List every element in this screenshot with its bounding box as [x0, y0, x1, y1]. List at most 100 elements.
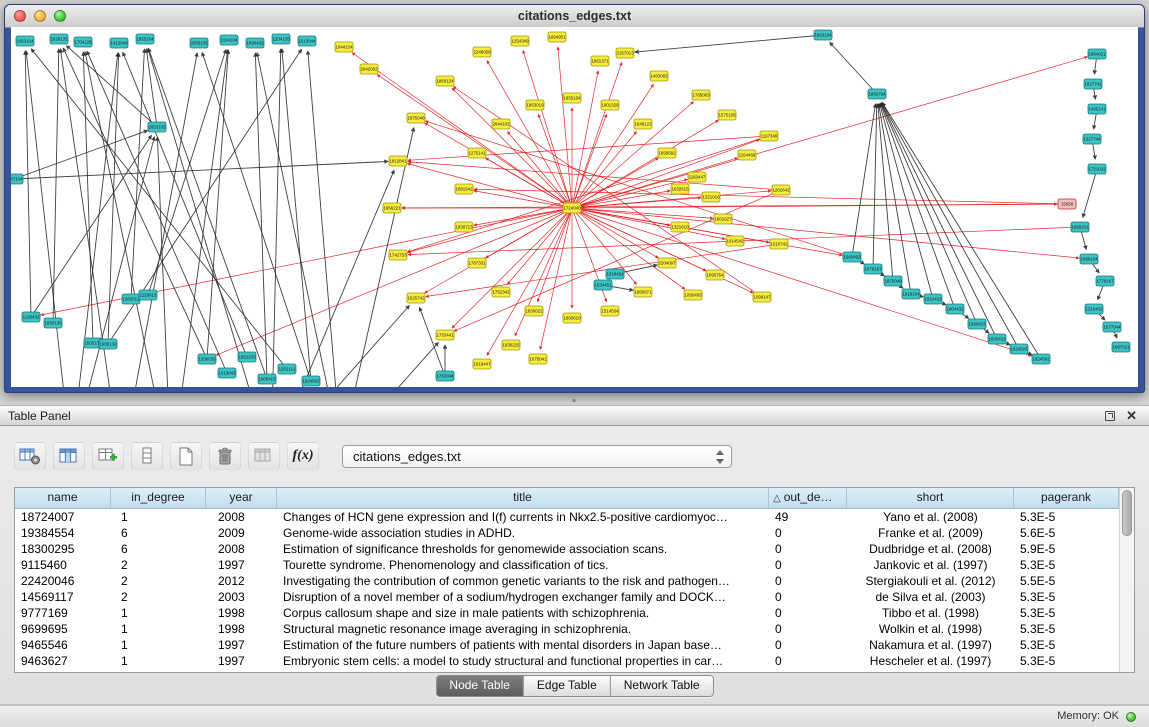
table-cell[interactable]: 2	[111, 573, 206, 589]
citation-network-graph[interactable]: 1724040185510419630192044102127514110815…	[11, 27, 1138, 387]
table-cell[interactable]: 0	[769, 589, 847, 605]
graph-edge[interactable]	[408, 136, 769, 160]
graph-edge[interactable]	[880, 104, 933, 299]
table-cell[interactable]: Investigating the contribution of common…	[277, 573, 769, 589]
show-columns-icon[interactable]	[53, 442, 85, 470]
table-cell[interactable]: 5.3E-5	[1014, 637, 1119, 653]
graph-edge[interactable]	[572, 208, 1079, 258]
tab-edge-table[interactable]: Edge Table	[524, 676, 611, 696]
graph-edge[interactable]	[830, 42, 877, 94]
table-cell[interactable]: 9777169	[15, 605, 111, 621]
graph-edge[interactable]	[882, 103, 1041, 359]
graph-edge[interactable]	[572, 208, 713, 218]
table-row[interactable]: 969969511998Structural magnetic resonanc…	[15, 621, 1134, 637]
float-panel-icon[interactable]	[1105, 411, 1115, 421]
graph-edge[interactable]	[377, 75, 572, 208]
table-row[interactable]: 1938455462009Genome-wide association stu…	[15, 525, 1134, 541]
column-header-year[interactable]: year	[206, 488, 277, 508]
table-cell[interactable]: Estimation of the future numbers of pati…	[277, 637, 769, 653]
table-cell[interactable]: 1998	[206, 605, 277, 621]
close-window-button[interactable]	[14, 10, 26, 22]
table-cell[interactable]: 2003	[206, 589, 277, 605]
table-cell[interactable]: Jankovic et al. (1997)	[847, 557, 1014, 573]
table-cell[interactable]: 1997	[206, 557, 277, 573]
table-row[interactable]: 946554611997Estimation of the future num…	[15, 637, 1134, 653]
table-cell[interactable]: 22420046	[15, 573, 111, 589]
graph-edge[interactable]	[157, 137, 171, 387]
table-cell[interactable]: 49	[769, 509, 847, 525]
table-cell[interactable]: Franke et al. (2009)	[847, 525, 1014, 541]
graph-edge[interactable]	[408, 164, 572, 208]
minimize-window-button[interactable]	[34, 10, 46, 22]
table-cell[interactable]: 9115460	[15, 557, 111, 573]
graph-edge[interactable]	[85, 52, 171, 387]
table-cell[interactable]: Hescheler et al. (1997)	[847, 653, 1014, 669]
table-cell[interactable]: Structural magnetic resonance image aver…	[277, 621, 769, 637]
graph-edge[interactable]	[341, 342, 438, 387]
table-cell[interactable]: 5.9E-5	[1014, 541, 1119, 557]
table-cell[interactable]: 1997	[206, 637, 277, 653]
table-row[interactable]: 946362711997Embryonic stem cells: a mode…	[15, 653, 1134, 669]
table-cell[interactable]: de Silva et al. (2003)	[847, 589, 1014, 605]
network-canvas[interactable]: 1724040185510419630192044102127514110815…	[11, 27, 1138, 387]
table-cell[interactable]: 0	[769, 557, 847, 573]
table-row[interactable]: 1872400712008Changes of HCN gene express…	[15, 509, 1134, 525]
table-cell[interactable]: 1	[111, 637, 206, 653]
table-cell[interactable]: Nakamura et al. (1997)	[847, 637, 1014, 653]
graph-edge[interactable]	[171, 50, 228, 387]
graph-edge[interactable]	[14, 161, 388, 179]
table-cell[interactable]: 2	[111, 557, 206, 573]
graph-edge[interactable]	[881, 103, 977, 324]
table-cell[interactable]: Yano et al. (2008)	[847, 509, 1014, 525]
tab-node-table[interactable]: Node Table	[436, 676, 524, 696]
table-cell[interactable]: 0	[769, 621, 847, 637]
tab-network-table[interactable]: Network Table	[611, 676, 713, 696]
table-cell[interactable]: 2012	[206, 573, 277, 589]
table-cell[interactable]: Tourette syndrome. Phenomenology and cla…	[277, 557, 769, 573]
table-cell[interactable]: 18724007	[15, 509, 111, 525]
table-cell[interactable]: Corpus callosum shape and size in male p…	[277, 605, 769, 621]
vertical-scrollbar[interactable]	[1119, 488, 1134, 672]
trash-icon[interactable]	[209, 442, 241, 470]
graph-edge[interactable]	[879, 104, 911, 294]
column-header-title[interactable]: title	[277, 488, 769, 508]
graph-edge[interactable]	[402, 204, 1067, 208]
table-cell[interactable]: 2008	[206, 509, 277, 525]
table-cell[interactable]: Dudbridge et al. (2008)	[847, 541, 1014, 557]
table-cell[interactable]: Disruption of a novel member of a sodium…	[277, 589, 769, 605]
table-cell[interactable]: Tibbo et al. (1998)	[847, 605, 1014, 621]
graph-edge[interactable]	[572, 57, 1087, 208]
graph-edge[interactable]	[26, 51, 71, 387]
table-cell[interactable]: 2009	[206, 525, 277, 541]
graph-edge[interactable]	[66, 46, 157, 127]
window-titlebar[interactable]: citations_edges.txt	[5, 5, 1144, 28]
table-row[interactable]: 977716911998Corpus callosum shape and si…	[15, 605, 1134, 621]
graph-edge[interactable]	[572, 208, 1031, 356]
column-header-short[interactable]: short	[847, 488, 1014, 508]
graph-edge[interactable]	[572, 71, 598, 208]
graph-edge[interactable]	[60, 49, 121, 387]
table-cell[interactable]: 0	[769, 573, 847, 589]
graph-edge[interactable]	[487, 208, 572, 355]
column-header-pagerank[interactable]: pagerank	[1014, 488, 1119, 508]
table-cell[interactable]: 5.6E-5	[1014, 525, 1119, 541]
graph-edge[interactable]	[83, 52, 93, 343]
table-cell[interactable]: 6	[111, 525, 206, 541]
graph-edge[interactable]	[408, 208, 572, 252]
graph-edge[interactable]	[131, 49, 144, 299]
graph-edge[interactable]	[572, 208, 725, 239]
graph-edge[interactable]	[572, 208, 706, 271]
memory-status-indicator[interactable]	[1126, 712, 1136, 722]
table-cell[interactable]: 1	[111, 653, 206, 669]
table-cell[interactable]: 2008	[206, 541, 277, 557]
table-cell[interactable]: 18300295	[15, 541, 111, 557]
table-cell[interactable]: 1997	[206, 653, 277, 669]
scrollbar-thumb[interactable]	[1122, 490, 1132, 536]
panel-resize-handle[interactable]	[570, 398, 578, 403]
graph-edge[interactable]	[558, 47, 572, 208]
table-cell[interactable]: 5.3E-5	[1014, 509, 1119, 525]
merge-tables-icon[interactable]	[248, 442, 280, 470]
table-cell[interactable]: 14569117	[15, 589, 111, 605]
new-document-icon[interactable]	[170, 442, 202, 470]
table-row[interactable]: 1830029562008Estimation of significance …	[15, 541, 1134, 557]
